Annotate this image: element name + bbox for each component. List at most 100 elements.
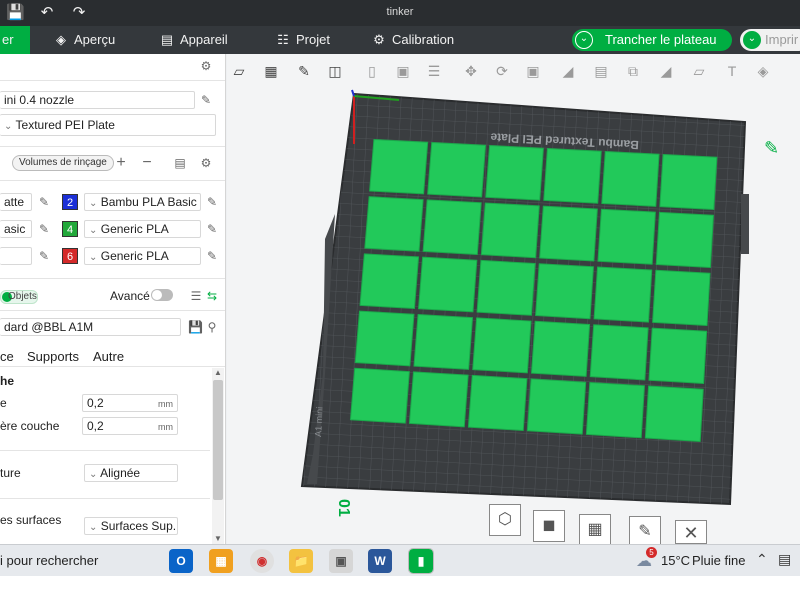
network-icon[interactable]: ▤: [778, 551, 791, 568]
printed-tile[interactable]: [652, 269, 711, 326]
printed-tile[interactable]: [413, 313, 474, 370]
scrollbar-thumb[interactable]: [213, 380, 223, 500]
surface-select[interactable]: ⌄ Surfaces Sup.: [84, 517, 178, 535]
orient-plate-button[interactable]: ⬡: [489, 504, 521, 536]
edit-filament-icon[interactable]: ✎: [37, 249, 51, 263]
filament-select[interactable]: ⌄ Bambu PLA Basic: [84, 193, 201, 211]
filament-color-swatch[interactable]: 4: [62, 221, 78, 237]
rename-plate-button[interactable]: ✎: [629, 516, 661, 544]
store-icon[interactable]: ▦: [209, 549, 233, 573]
printed-tile[interactable]: [648, 327, 708, 384]
printed-tile[interactable]: [659, 154, 718, 210]
tab-calibration[interactable]: ⚙ Calibration: [372, 26, 454, 54]
tab-device[interactable]: ▤ Appareil: [160, 26, 228, 54]
printed-tile[interactable]: [472, 317, 532, 374]
scroll-up-icon[interactable]: ▲: [214, 368, 222, 377]
remove-filament-icon[interactable]: −: [140, 155, 154, 171]
first-layer-label: ère couche: [0, 419, 60, 433]
objects-toggle[interactable]: Objets: [0, 290, 38, 304]
chevron-up-icon[interactable]: ⌃: [756, 551, 768, 568]
filament-color-swatch[interactable]: 2: [62, 194, 78, 210]
scroll-down-icon[interactable]: ▼: [214, 534, 222, 543]
bambu-studio-icon[interactable]: ▮: [408, 548, 434, 574]
taskbar-search[interactable]: i pour rechercher: [0, 553, 98, 568]
add-filament-icon[interactable]: +: [114, 155, 128, 171]
edit-filament-icon[interactable]: ✎: [205, 195, 219, 209]
word-icon[interactable]: W: [368, 549, 392, 573]
save-preset-icon[interactable]: 💾: [188, 320, 203, 334]
printer-select[interactable]: ini 0.4 nozzle: [0, 91, 195, 109]
edit-filament-icon[interactable]: ✎: [37, 195, 51, 209]
printed-tile[interactable]: [593, 266, 653, 323]
printed-tile[interactable]: [418, 256, 478, 313]
seam-select[interactable]: ⌄ Alignée: [84, 464, 178, 482]
printed-tile[interactable]: [408, 371, 469, 428]
tab-prepare[interactable]: er: [0, 26, 30, 54]
printed-tile[interactable]: [485, 144, 544, 201]
printed-tile[interactable]: [467, 374, 528, 431]
printed-tile[interactable]: [535, 263, 594, 320]
device-icon: ▤: [160, 32, 174, 47]
printed-tile[interactable]: [601, 150, 660, 207]
filament-select[interactable]: ⌄ Generic PLA: [84, 220, 201, 238]
printer-settings-icon[interactable]: ⚙: [199, 59, 213, 73]
printed-tile[interactable]: [644, 385, 704, 442]
printed-tile[interactable]: [530, 320, 591, 377]
subtab-other[interactable]: Autre: [93, 349, 124, 364]
edit-plate-name-icon[interactable]: ✎: [764, 138, 779, 158]
scrollbar[interactable]: ▲ ▼: [212, 368, 224, 544]
advanced-toggle[interactable]: [151, 289, 173, 301]
delete-plate-button[interactable]: ✕: [675, 520, 707, 544]
print-button[interactable]: ⌄ Imprir: [740, 29, 800, 51]
outlook-icon[interactable]: O: [169, 549, 193, 573]
build-plate-svg[interactable]: Bambu Textured PEI Plate A1 mini 01 ✎: [227, 54, 800, 544]
filament-slot-left[interactable]: atte: [0, 193, 32, 211]
app-icon[interactable]: ▣: [329, 549, 353, 573]
printed-tile[interactable]: [354, 310, 415, 367]
printed-tile[interactable]: [655, 211, 714, 268]
compare-icon[interactable]: ⇆: [205, 289, 219, 303]
printed-tile[interactable]: [597, 208, 656, 265]
slice-plate-button[interactable]: ⌄ Trancher le plateau: [572, 29, 732, 51]
sync-filament-icon[interactable]: ▤: [173, 156, 187, 170]
edit-filament-icon[interactable]: ✎: [37, 222, 51, 236]
subtab-quality[interactable]: ce: [0, 349, 14, 364]
arrange-button[interactable]: ◼: [533, 510, 565, 542]
printed-tile[interactable]: [364, 196, 424, 252]
printed-tile[interactable]: [422, 199, 482, 255]
filament-color-swatch[interactable]: 6: [62, 248, 78, 264]
tab-project-label: Projet: [296, 32, 330, 47]
main-tab-bar: er ◈ Aperçu ▤ Appareil ☷ Projet ⚙ Calibratio…: [0, 26, 800, 54]
printed-tile[interactable]: [543, 147, 602, 204]
printed-tile[interactable]: [427, 141, 487, 198]
printed-tile[interactable]: [585, 381, 645, 439]
printed-tile[interactable]: [369, 138, 429, 195]
edit-printer-icon[interactable]: ✎: [199, 93, 213, 107]
plate-type-select[interactable]: ⌄ Textured PEI Plate: [0, 114, 216, 136]
3d-viewport[interactable]: ▱ ▦ ✎ ◫ ▯ ▣ ☰ ✥ ⟳ ▣ ◢ ▤ ⧉ ◢ ▱ T ◈ Bambu …: [227, 54, 800, 544]
printed-tile[interactable]: [349, 367, 410, 424]
list-icon[interactable]: ☰: [189, 289, 203, 303]
filament-settings-icon[interactable]: ⚙: [199, 156, 213, 170]
edit-filament-icon[interactable]: ✎: [205, 222, 219, 236]
file-explorer-icon[interactable]: 📁: [289, 549, 313, 573]
printed-tile[interactable]: [539, 205, 598, 262]
filament-slot-left[interactable]: asic: [0, 220, 32, 238]
filament-slot-left[interactable]: [0, 247, 32, 265]
chrome-icon[interactable]: ◉: [250, 549, 274, 573]
plate-side-text: A1 mini: [313, 407, 325, 437]
tab-project[interactable]: ☷ Projet: [276, 26, 330, 54]
tab-preview[interactable]: ◈ Aperçu: [54, 26, 115, 54]
layout-button[interactable]: ▦: [579, 514, 611, 544]
filament-select[interactable]: ⌄ Generic PLA: [84, 247, 201, 265]
process-preset-select[interactable]: dard @BBL A1M: [0, 318, 181, 336]
edit-filament-icon[interactable]: ✎: [205, 249, 219, 263]
flush-volumes-button[interactable]: Volumes de rinçage: [12, 155, 114, 171]
printed-tile[interactable]: [526, 378, 587, 435]
printed-tile[interactable]: [476, 259, 536, 316]
printed-tile[interactable]: [589, 324, 649, 381]
search-icon[interactable]: ⚲: [205, 320, 219, 334]
printed-tile[interactable]: [359, 253, 420, 310]
subtab-supports[interactable]: Supports: [27, 349, 79, 364]
printed-tile[interactable]: [480, 202, 540, 259]
